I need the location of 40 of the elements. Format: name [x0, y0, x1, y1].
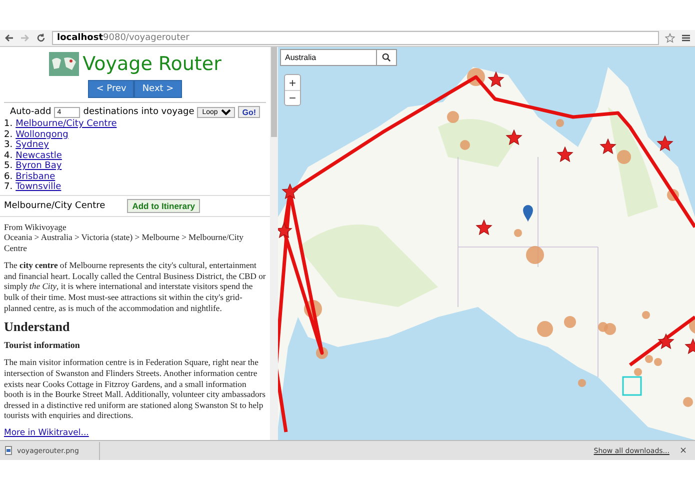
item-number: 7. [4, 182, 13, 192]
item-number: 1. [4, 119, 13, 130]
map-search-field[interactable]: Australia [280, 49, 376, 66]
destination-title: Melbourne/City Centre [4, 200, 106, 210]
address-field[interactable]: localhost9080/voyagerouter [52, 31, 659, 45]
zoom-out-button[interactable]: − [285, 90, 300, 105]
destination-link[interactable]: Byron Bay [16, 161, 62, 172]
star-icon[interactable] [665, 33, 675, 43]
item-number: 6. [4, 172, 13, 182]
destinations-label: destinations into voyage [83, 107, 194, 117]
globe-logo-icon [48, 52, 79, 76]
item-number: 3. [4, 140, 13, 150]
item-number: 5. [4, 161, 13, 172]
zoom-in-button[interactable]: + [285, 75, 300, 90]
add-to-itinerary-button[interactable]: Add to Itinerary [127, 198, 200, 212]
search-icon[interactable] [376, 49, 397, 66]
item-number: 2. [4, 130, 13, 140]
item-number: 4. [4, 150, 13, 161]
go-button[interactable]: Go! [238, 106, 260, 118]
file-icon [5, 446, 12, 455]
destination-link[interactable]: Newcastle [16, 150, 62, 161]
source-text: From Wikivoyage Oceania > Australia > Victoria (state) > Melbourne > Melbourne/City Centre [4, 222, 244, 254]
prev-button[interactable]: < Prev [88, 80, 134, 98]
destination-link[interactable]: Melbourne/City Centre [16, 119, 117, 130]
destination-link[interactable]: Townsville [16, 182, 62, 192]
close-icon[interactable]: × [679, 446, 687, 456]
auto-add-label: Auto-add [10, 107, 52, 117]
destination-link[interactable]: Wollongong [16, 130, 68, 140]
reload-icon[interactable] [36, 33, 46, 43]
destination-link[interactable]: Sydney [16, 140, 49, 150]
more-link[interactable]: More in Wikitravel... [4, 428, 266, 439]
menu-icon[interactable] [681, 33, 691, 43]
subsection-heading: Tourist information [4, 340, 81, 350]
body-paragraph: The main visitor information centre is in Federation Square, right near the intersection of Swanston and Flinders Streets. Another information centre exists near Cooks Cottage in Fitzroy Gardens, and a small information booth is in the Bourke Street Mall. Additionally, volunteer city ambassadors dressed in a distinctive red uniform are stationed along Swanston St to help tourists with enquiries and directions. [4, 357, 266, 421]
app-title: Voyage Router [82, 53, 222, 75]
intro-paragraph: The city centre of Melbourne represents the city's cultural, entertainment and financial heart. Locally called the Central Business District, the CBD or simply the City, it is where international and interstate visitors spend the bulk of their time. Most must-see attractions sit within the city's grid-planned centre, as is much of the accommodation and nightlife. [4, 260, 266, 314]
next-button[interactable]: Next > [134, 80, 182, 98]
section-heading: Understand [4, 322, 71, 333]
back-icon[interactable] [4, 33, 14, 43]
destination-link[interactable]: Brisbane [16, 172, 56, 182]
